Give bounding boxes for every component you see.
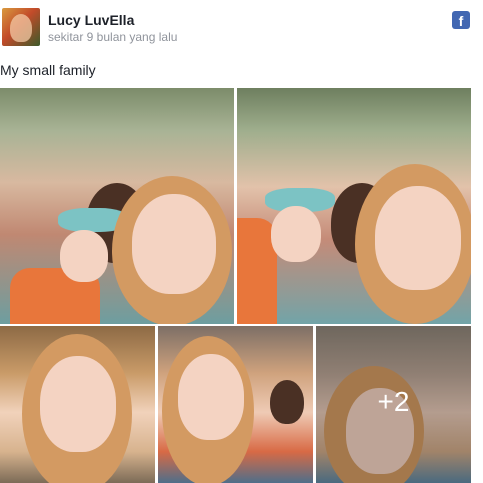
- author-avatar[interactable]: [2, 8, 40, 46]
- photo-subject: [270, 380, 304, 424]
- photo-subject: [178, 354, 244, 440]
- photo-5[interactable]: +2: [316, 326, 471, 483]
- more-photos-count[interactable]: +2: [316, 386, 471, 418]
- photo-subject: [60, 230, 108, 282]
- photo-subject: [40, 356, 116, 452]
- post-header: Lucy LuvElla sekitar 9 bulan yang lalu f: [0, 0, 483, 50]
- photo-2[interactable]: [237, 88, 471, 324]
- author-name[interactable]: Lucy LuvElla: [48, 12, 134, 28]
- photo-subject: [132, 194, 216, 294]
- post-timestamp[interactable]: sekitar 9 bulan yang lalu: [48, 30, 177, 44]
- photo-4[interactable]: [158, 326, 313, 483]
- photo-1[interactable]: [0, 88, 234, 324]
- post-caption: My small family: [0, 62, 96, 78]
- facebook-icon[interactable]: f: [452, 11, 470, 29]
- photo-3[interactable]: [0, 326, 155, 483]
- photo-subject: [271, 206, 321, 262]
- photo-subject: [375, 186, 461, 290]
